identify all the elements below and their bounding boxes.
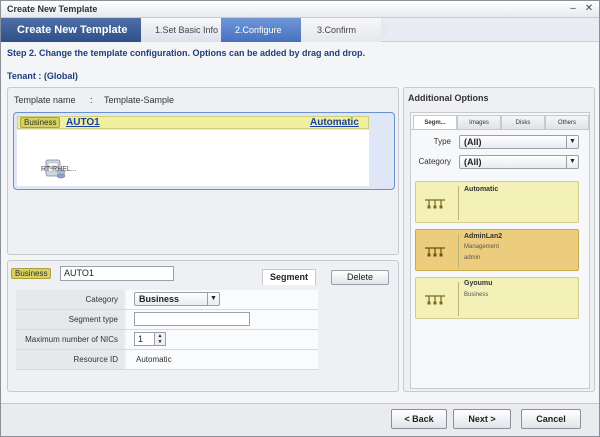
template-name-value: Template-Sample	[104, 95, 175, 105]
option-name: Automatic	[464, 186, 499, 193]
segment-type-cell	[126, 310, 318, 329]
type-filter-label: Type	[433, 137, 451, 146]
chevron-down-icon: ▼	[566, 136, 578, 148]
template-panel: Template name : Template-Sample Business…	[7, 87, 399, 255]
option-name: AdminLan2	[464, 233, 503, 240]
max-nics-label: Maximum number of NICs	[16, 330, 124, 349]
wizard-steps: Create New Template 1.Set Basic Info 2.C…	[1, 18, 599, 42]
property-row: Category Business ▼	[16, 290, 318, 310]
resource-id-value: Automatic	[136, 355, 172, 364]
create-template-window: Create New Template – ✕ Create New Templ…	[0, 0, 600, 437]
property-row: Resource ID Automatic	[16, 350, 318, 370]
tab-images[interactable]: Images	[457, 115, 501, 129]
segment-name-link[interactable]: AUTO1	[66, 117, 100, 129]
chevron-down-icon: ▼	[566, 156, 578, 168]
category-filter-select[interactable]: (All) ▼	[459, 155, 579, 169]
next-button[interactable]: Next >	[453, 409, 511, 429]
segment-body: RT-RHEL...	[17, 130, 369, 186]
property-row: Maximum number of NICs 1 ▲ ▼	[16, 330, 318, 350]
chevron-down-icon: ▼	[207, 293, 219, 305]
template-name-separator: :	[90, 95, 93, 105]
segment-editor-panel: Business AUTO1 Segment Delete Category B…	[7, 260, 399, 392]
template-name-label: Template name	[14, 95, 76, 105]
category-filter-label: Category	[418, 157, 451, 166]
option-card-adminlan2[interactable]: AdminLan2 Management admin	[415, 229, 579, 271]
option-card-automatic[interactable]: Automatic	[415, 181, 579, 223]
additional-options-title: Additional Options	[408, 93, 489, 103]
tab-others[interactable]: Others	[545, 115, 589, 129]
tenant-label: Tenant : (Global)	[7, 71, 78, 81]
wizard-title: Create New Template	[1, 18, 141, 42]
window-title: Create New Template	[7, 4, 98, 14]
option-type: admin	[464, 255, 481, 261]
minimize-icon[interactable]: –	[567, 3, 579, 15]
server-label: RT-RHEL...	[41, 166, 77, 173]
resource-id-cell: Automatic	[126, 350, 318, 369]
card-divider	[458, 234, 459, 268]
tab-divider	[411, 129, 589, 130]
segment-properties: Category Business ▼ Segment type Maximum…	[16, 290, 318, 370]
delete-button[interactable]: Delete	[331, 270, 389, 285]
template-canvas[interactable]: Business AUTO1 Automatic RT-RHEL...	[13, 112, 395, 190]
title-bar: Create New Template – ✕	[1, 1, 599, 18]
segment-name-input[interactable]: AUTO1	[60, 266, 174, 281]
back-button[interactable]: < Back	[391, 409, 447, 429]
wizard-step-confirm: 3.Confirm	[301, 18, 381, 42]
type-filter-select[interactable]: (All) ▼	[459, 135, 579, 149]
option-card-gyoumu[interactable]: Gyoumu Business	[415, 277, 579, 319]
tab-disks[interactable]: Disks	[501, 115, 545, 129]
category-label: Category	[16, 290, 124, 309]
wizard-step-configure: 2.Configure	[221, 18, 301, 42]
property-row: Segment type	[16, 310, 318, 330]
segment-type-label: Segment type	[16, 310, 124, 329]
options-container: Segm... Images Disks Others Type (All) ▼…	[410, 112, 590, 389]
additional-options-panel: Additional Options Segm... Images Disks …	[403, 87, 595, 392]
option-name: Gyoumu	[464, 280, 493, 287]
wizard-step-basic-info: 1.Set Basic Info	[141, 18, 221, 42]
option-category: Management	[464, 244, 500, 250]
footer-bar: < Back Next > Cancel	[1, 403, 599, 436]
instruction-text: Step 2. Change the template configuratio…	[7, 48, 366, 58]
cancel-button[interactable]: Cancel	[521, 409, 581, 429]
category-select[interactable]: Business ▼	[134, 292, 220, 306]
tab-segments[interactable]: Segm...	[413, 115, 457, 129]
category-filter-value: (All)	[464, 157, 482, 167]
resource-id-label: Resource ID	[16, 350, 124, 369]
segment-type-input[interactable]	[134, 312, 250, 326]
network-segment-icon	[425, 295, 445, 305]
type-filter-value: (All)	[464, 137, 482, 147]
segment-header[interactable]: Business AUTO1 Automatic	[17, 116, 369, 129]
category-cell: Business ▼	[126, 290, 318, 309]
editor-category-badge: Business	[11, 268, 52, 279]
segment-mode-link[interactable]: Automatic	[310, 117, 359, 129]
category-select-value: Business	[139, 294, 180, 304]
option-category: Business	[464, 292, 489, 298]
close-icon[interactable]: ✕	[583, 3, 595, 15]
tab-segment[interactable]: Segment	[262, 269, 316, 285]
max-nics-cell: 1 ▲ ▼	[126, 330, 318, 349]
stepper-arrows-icon[interactable]: ▲ ▼	[154, 332, 166, 346]
segment-category-badge: Business	[20, 117, 61, 128]
wizard-arrow-icon	[381, 18, 389, 42]
network-segment-icon	[425, 199, 445, 209]
network-segment-icon	[425, 247, 445, 257]
card-divider	[458, 186, 459, 220]
card-divider	[458, 282, 459, 316]
